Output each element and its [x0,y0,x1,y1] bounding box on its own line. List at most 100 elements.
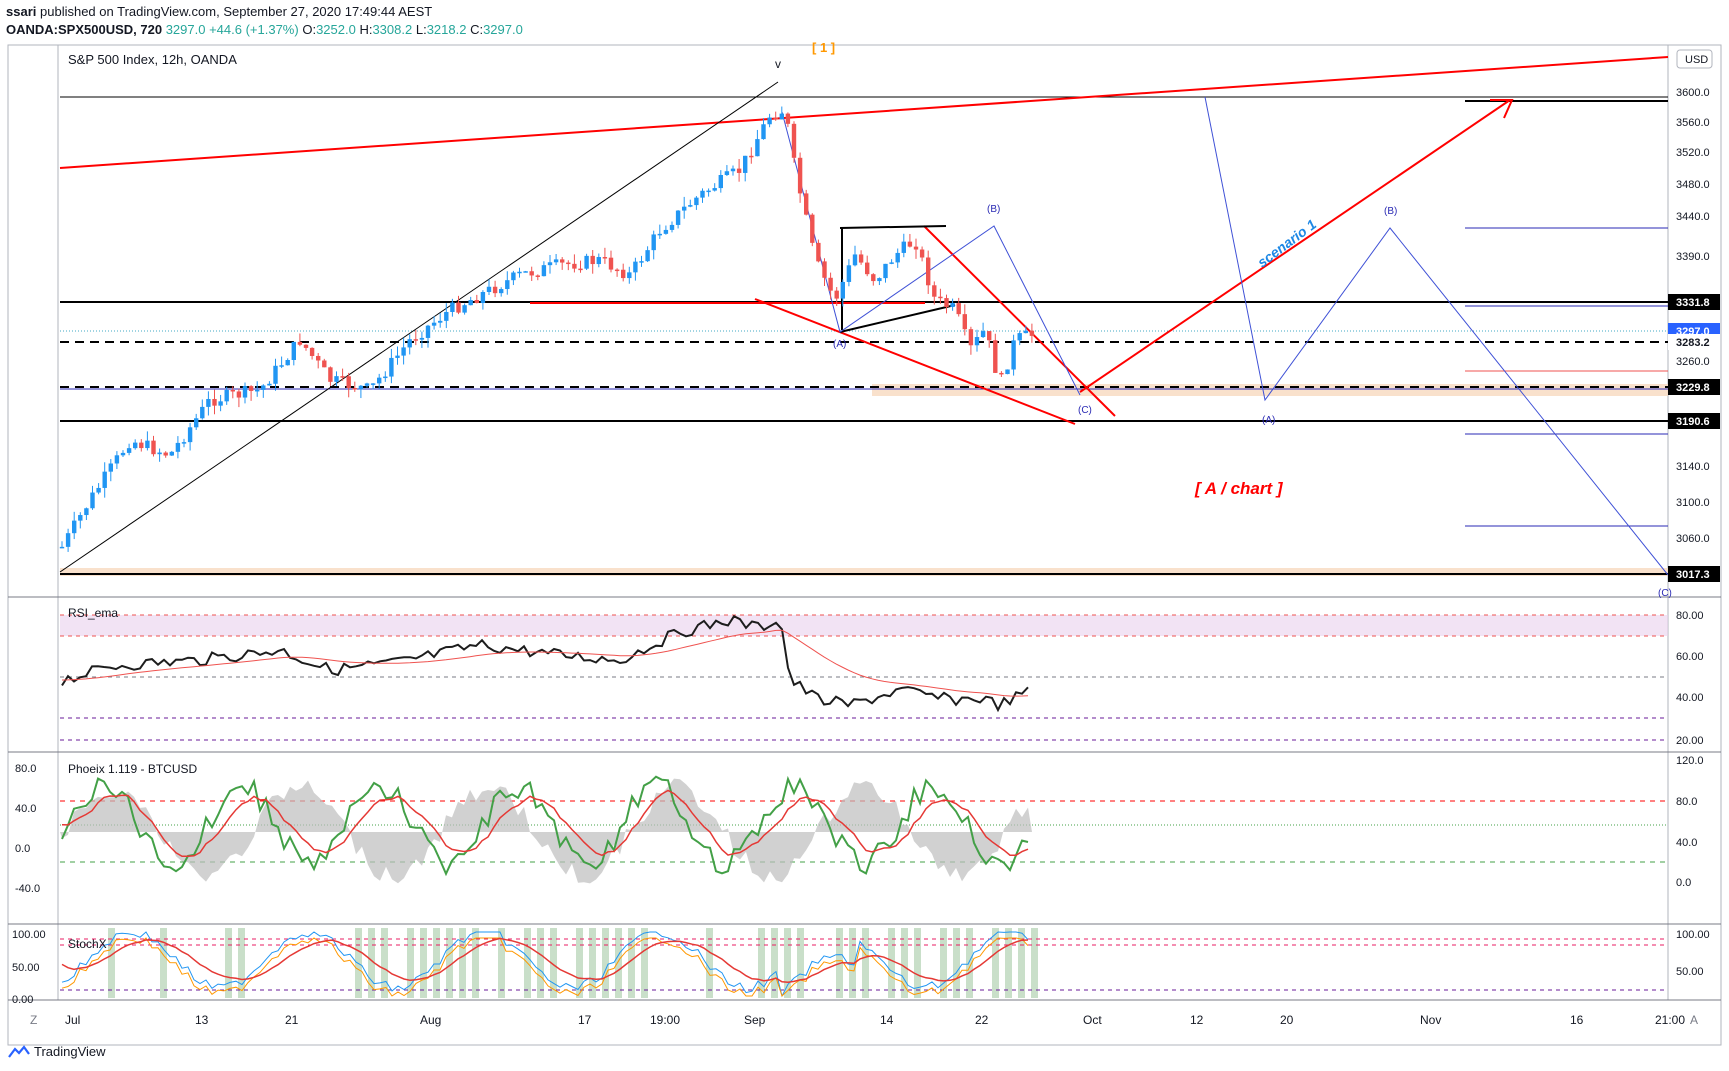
candle-body [675,210,681,225]
candle-body [919,249,925,258]
candle-body [791,123,797,158]
time-tick: Sep [744,1013,766,1027]
candle-body [163,452,168,456]
candle-body [865,262,870,275]
candle-body [456,302,461,313]
candle-body [431,322,437,326]
time-axis-ticks: Jul 13 21 Aug 17 19:00 Sep 14 22 Oct 12 20 Nov 16 21:0… [65,1013,1685,1027]
time-tick: Oct [1083,1013,1102,1027]
candle-body [938,296,943,299]
upper-trendline[interactable] [59,56,1669,169]
price-label: 3190.6 [1676,416,1710,428]
phoenix-right-tick: 0.0 [1676,877,1691,889]
candle-body [78,515,83,521]
candle-body [761,124,766,140]
candle-body [370,383,376,385]
candle-body [755,139,760,157]
candle-body [120,452,126,456]
price-tick: 3440.0 [1676,211,1710,223]
candle-body [846,265,852,282]
candle-body [364,383,370,386]
candle-body [767,117,772,125]
candle-body [980,331,986,338]
candle-body [944,298,949,308]
brand-name: TradingView [34,1044,106,1059]
stoch-right-tick: 100.00 [1676,929,1710,941]
triangle-bottom[interactable] [839,304,956,333]
candle-body [383,376,388,379]
candle-body [682,206,687,211]
candle-body [218,401,223,406]
price-tick: 3100.0 [1676,497,1710,509]
candle-body [645,250,650,262]
candle-body [633,261,638,273]
time-tick: Jul [65,1013,80,1027]
currency-label: USD [1685,54,1708,66]
candle-body [547,262,553,266]
price-tick: 3560.0 [1676,117,1710,129]
stoch-left-tick: 50.00 [12,962,40,974]
candle-body [505,280,510,290]
candle-body [535,275,540,277]
price-tick: 3600.0 [1676,87,1710,99]
candle-body [926,257,931,286]
candle-body [852,254,858,266]
candle-body [126,448,132,453]
candle-body [1005,369,1010,375]
candle-body [657,233,662,236]
auto-scale-button[interactable]: A [1690,1013,1698,1027]
candle-body [212,398,217,406]
price-label: 3017.3 [1676,569,1710,581]
candle-body [309,347,315,356]
wave-b-label-2: (B) [1384,206,1397,217]
price-label: 3283.2 [1676,337,1710,349]
candle-body [175,442,181,452]
triangle-top[interactable] [839,225,947,229]
rising-channel-line[interactable] [59,81,779,573]
footer-brand[interactable]: TradingView [8,1044,106,1059]
candle-body [724,171,730,176]
candle-body [895,252,900,263]
candle-body [797,157,803,194]
candle-body [541,265,547,277]
wave-a-label-1: (A) [833,339,846,350]
candle-body [267,383,272,386]
candle-body [730,168,736,172]
candle-body [773,117,778,120]
wave-abc-2[interactable] [1204,96,1669,576]
candle-body [523,271,528,273]
candle-body [450,302,455,312]
candle-body [804,193,809,215]
chart-canvas[interactable]: v [ 1 ] (A) (B) (C) (A) (B) (C) scenario… [0,0,1729,1071]
candle-body [181,442,187,444]
zoom-icon[interactable]: Z [30,1013,37,1027]
candle-body [340,376,345,378]
time-tick: 21:00 [1655,1013,1685,1027]
candle-body [169,451,174,456]
time-tick: 13 [195,1013,209,1027]
candle-body [133,442,138,449]
price-tick: 3390.0 [1676,251,1710,263]
phoenix-right-tick: 80.0 [1676,796,1697,808]
candle-body [584,255,589,269]
candle-body [1011,340,1016,370]
wedge-lower[interactable] [754,298,1076,425]
fib-lines [1465,100,1668,527]
candle-body [621,269,626,279]
wave-c-label-1: (C) [1078,405,1092,416]
candle-body [297,341,303,345]
candle-body [669,224,675,230]
rsi-axis-ticks: 80.00 60.00 40.00 20.00 [1676,610,1704,747]
candle-body [950,303,955,308]
candle-body [578,268,583,271]
candle-body [139,442,144,449]
time-tick: 21 [285,1013,299,1027]
candle-body [608,257,614,270]
candle-body [889,262,894,264]
candle-body [114,455,120,464]
wave-abc-1[interactable] [781,111,1081,396]
candle-body [444,311,449,321]
candle-body [1029,330,1035,336]
price-tick: 3140.0 [1676,461,1710,473]
candle-body [529,271,534,276]
